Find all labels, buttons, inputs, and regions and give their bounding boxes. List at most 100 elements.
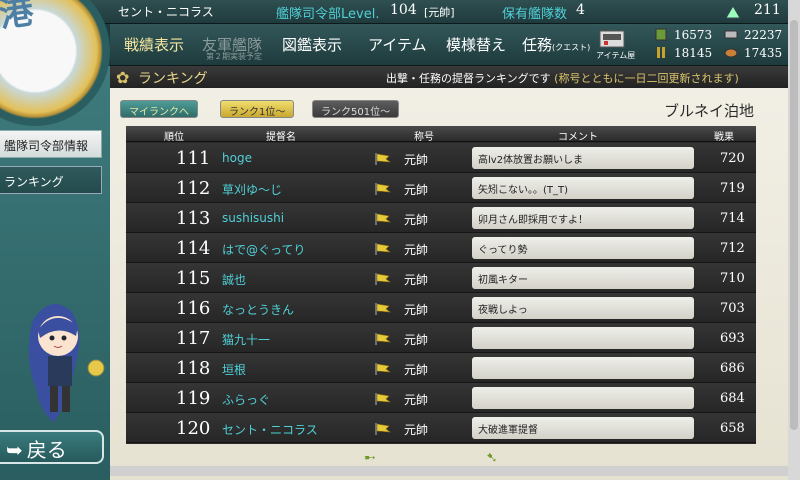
sidebar-hq-info[interactable]: 艦隊司令部情報 — [0, 130, 102, 158]
row-admiral-name[interactable]: セント・ニコラス — [222, 421, 318, 438]
flag-icon — [375, 273, 392, 285]
ranking-table: 順位 提督名 称号 コメント 戦果 111 hoge 元帥 高lv2体放置お願いしま 7… — [126, 126, 756, 444]
tab-my-rank[interactable]: マイランクへ — [120, 100, 198, 118]
row-rank: 118 — [176, 358, 211, 379]
table-row[interactable]: 115 誠也 元帥 初風キター 710 — [126, 263, 756, 293]
ammo-icon — [657, 47, 665, 58]
table-row[interactable]: 113 sushisushi 元帥 卯月さん即採用ですよ！ 714 — [126, 203, 756, 233]
row-rank: 114 — [176, 238, 211, 259]
row-score: 703 — [720, 301, 745, 316]
row-comment: ぐってり勢 — [472, 237, 694, 259]
flag-icon — [375, 363, 392, 375]
ammo-value: 18145 — [674, 46, 713, 60]
table-row[interactable]: 116 なっとうきん 元帥 夜戦しよっ 703 — [126, 293, 756, 323]
row-comment — [472, 387, 694, 409]
prev-page-icon[interactable]: ➸ — [364, 450, 376, 466]
bucket-count: 211 — [754, 2, 781, 18]
table-row[interactable]: 111 hoge 元帥 高lv2体放置お願いしま 720 — [126, 143, 756, 173]
row-admiral-name[interactable]: 猫九十一 — [222, 331, 270, 348]
table-row[interactable]: 120 セント・ニコラス 元帥 大破進軍提督 658 — [126, 413, 756, 443]
row-admiral-name[interactable]: はで@ぐってり — [222, 241, 305, 258]
header-title: 称号 — [414, 132, 434, 143]
scrollbar-thumb[interactable] — [790, 20, 798, 430]
flag-icon — [375, 423, 392, 435]
row-score: 714 — [720, 211, 745, 226]
row-admiral-name[interactable]: なっとうきん — [222, 301, 294, 318]
row-comment: 卯月さん即採用ですよ！ — [472, 207, 694, 229]
row-admiral-name[interactable]: 草刈ゆ～じ — [222, 181, 282, 198]
nav-library[interactable]: 図鑑表示 — [282, 34, 342, 55]
header-rank: 順位 — [164, 132, 184, 143]
row-rank: 116 — [176, 298, 211, 319]
row-comment: 矢矧こない。。(T_T) — [472, 177, 694, 199]
flag-icon — [375, 183, 392, 195]
table-header: 順位 提督名 称号 コメント 戦果 — [126, 126, 756, 143]
header-score: 戦果 — [714, 132, 734, 143]
row-admiral-name[interactable]: 垣根 — [222, 361, 246, 378]
hq-rank: [元帥] — [424, 6, 455, 19]
row-score: 719 — [720, 181, 745, 196]
vertical-scrollbar[interactable] — [788, 0, 800, 480]
row-comment: 夜戦しよっ — [472, 297, 694, 319]
back-button[interactable]: ➥ 戻る — [0, 430, 104, 464]
row-admiral-name[interactable]: ふらっぐ — [222, 391, 270, 408]
row-rank: 111 — [176, 148, 211, 169]
row-rank: 119 — [176, 388, 211, 409]
top-status-bar: セント・ニコラス 艦隊司令部Level. 104 [元帥] 保有艦隊数 4 21… — [0, 0, 800, 24]
steel-value: 22237 — [744, 28, 783, 42]
nav-record[interactable]: 戦績表示 — [124, 34, 184, 55]
nav-quest[interactable]: 任務(クエスト) — [522, 34, 590, 55]
back-label: 戻る — [26, 438, 67, 462]
bauxite-value: 17435 — [744, 46, 783, 60]
row-comment: 初風キター — [472, 267, 694, 289]
row-admiral-name[interactable]: sushisushi — [222, 211, 284, 225]
nav-items[interactable]: アイテム — [368, 34, 427, 55]
row-title: 元帥 — [404, 273, 429, 287]
row-score: 720 — [720, 151, 745, 166]
tab-rank-501[interactable]: ランク501位～ — [312, 100, 400, 118]
row-score: 712 — [720, 241, 745, 256]
steel-icon — [724, 30, 738, 39]
table-row[interactable]: 114 はで@ぐってり 元帥 ぐってり勢 712 — [126, 233, 756, 263]
hq-level-label: 艦隊司令部Level. — [276, 7, 380, 22]
row-rank: 113 — [176, 208, 211, 229]
row-title: 元帥 — [404, 183, 429, 197]
bauxite-icon — [724, 48, 738, 58]
table-row[interactable]: 112 草刈ゆ～じ 元帥 矢矧こない。。(T_T) 719 — [126, 173, 756, 203]
row-score: 710 — [720, 271, 745, 286]
next-page-icon[interactable]: ➷ — [486, 450, 498, 466]
row-title: 元帥 — [404, 303, 429, 317]
flag-icon — [375, 153, 392, 165]
repair-bucket-icon — [725, 5, 741, 19]
row-admiral-name[interactable]: 誠也 — [222, 271, 246, 288]
row-rank: 120 — [176, 418, 211, 439]
row-title: 元帥 — [404, 213, 429, 227]
back-arrow-icon: ➥ — [6, 438, 23, 462]
table-row[interactable]: 119 ふらっぐ 元帥 684 — [126, 383, 756, 413]
table-row[interactable]: 117 猫九十一 元帥 693 — [126, 323, 756, 353]
item-shop-label: アイテム屋 — [596, 51, 636, 60]
nav-quest-label: 任務 — [522, 36, 553, 54]
table-row[interactable]: 118 垣根 元帥 686 — [126, 353, 756, 383]
sidebar-ranking[interactable]: ランキング — [0, 166, 102, 194]
row-admiral-name[interactable]: hoge — [222, 151, 252, 165]
row-score: 658 — [720, 421, 745, 436]
flag-icon — [375, 213, 392, 225]
game-emblem: 母港 — [0, 0, 110, 126]
row-score: 693 — [720, 331, 745, 346]
nav-furniture[interactable]: 模様替え — [446, 34, 506, 55]
server-name: ブルネイ泊地 — [663, 102, 754, 120]
horizontal-scrollbar[interactable] — [110, 466, 788, 476]
flag-icon — [375, 303, 392, 315]
page-desc-main: 出撃・任務の提督ランキングです — [386, 72, 551, 85]
row-title: 元帥 — [404, 243, 429, 257]
row-rank: 117 — [176, 328, 211, 349]
row-rank: 115 — [176, 268, 211, 289]
ships-count-value: 4 — [576, 2, 585, 18]
ranking-panel: ✿ ランキング 出撃・任務の提督ランキングです (称号とともに一日二回更新されま… — [110, 66, 800, 480]
tab-rank-1[interactable]: ランク1位～ — [220, 100, 295, 118]
page-description: 出撃・任務の提督ランキングです (称号とともに一日二回更新されます) — [386, 70, 739, 86]
row-comment — [472, 327, 694, 349]
row-title: 元帥 — [404, 333, 429, 347]
ships-count-label: 保有艦隊数 — [502, 7, 568, 22]
